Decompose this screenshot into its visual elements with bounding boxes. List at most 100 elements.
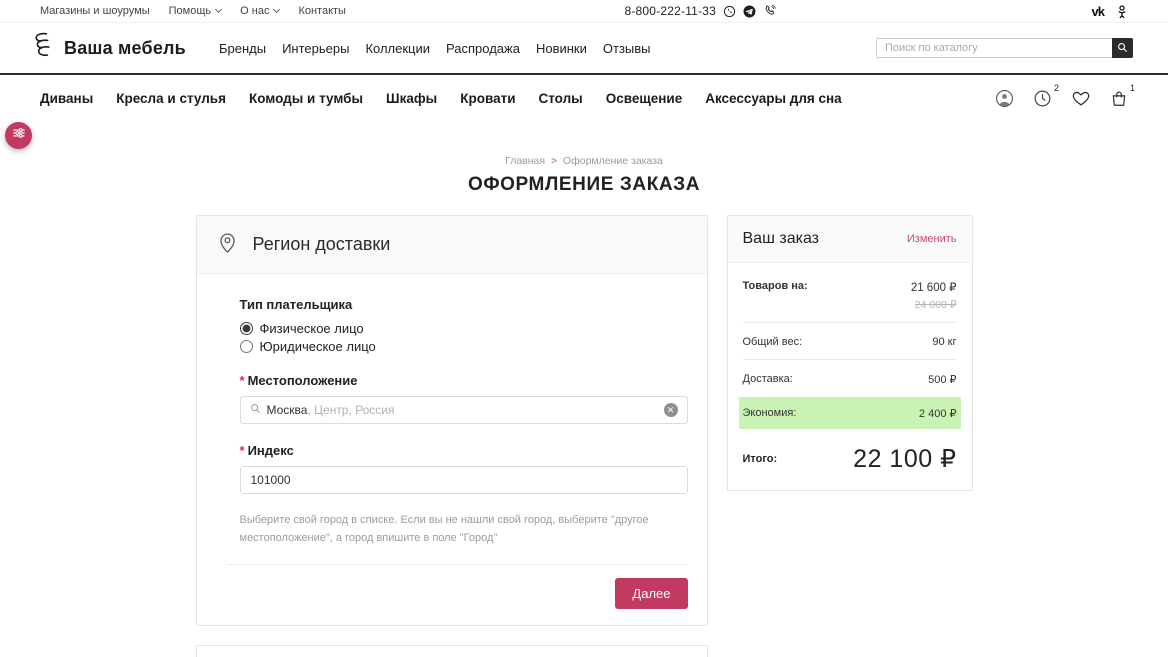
nav-link-sale[interactable]: Распродажа <box>446 41 520 56</box>
logo-text: Ваша мебель <box>64 38 186 59</box>
radio-individual[interactable]: Физическое лицо <box>240 321 688 336</box>
topbar-link-help[interactable]: Помощь <box>169 5 222 17</box>
cat-link-beds[interactable]: Кровати <box>460 91 515 106</box>
order-row-weight: Общий вес: 90 кг <box>743 323 957 360</box>
account-icon[interactable] <box>995 89 1014 108</box>
whatsapp-icon[interactable] <box>723 5 736 18</box>
cat-link-lighting[interactable]: Освещение <box>606 91 683 106</box>
cat-link-chairs[interactable]: Кресла и стулья <box>116 91 226 106</box>
postal-index-input[interactable] <box>240 466 688 494</box>
viewed-history-icon[interactable]: 2 <box>1033 89 1052 108</box>
order-summary-panel: Ваш заказ Изменить Товаров на: 21 600 ₽ … <box>727 215 973 491</box>
cart-icon[interactable]: 1 <box>1110 89 1128 108</box>
breadcrumb: Главная > Оформление заказа <box>0 155 1168 167</box>
checkout-steps-column: Регион доставки Тип плательщика Физическ… <box>196 215 708 657</box>
order-total-row: Итого: 22 100 ₽ <box>743 429 957 490</box>
location-region-hint: , Центр, Россия <box>307 403 394 417</box>
vk-icon[interactable]: vk <box>1092 4 1104 19</box>
cat-link-dressers[interactable]: Комоды и тумбы <box>249 91 363 106</box>
cat-link-sleep-accessories[interactable]: Аксессуары для сна <box>705 91 842 106</box>
cart-badge: 1 <box>1130 83 1135 93</box>
radio-legal[interactable]: Юридическое лицо <box>240 339 688 354</box>
nav-link-new[interactable]: Новинки <box>536 41 587 56</box>
region-form: Тип плательщика Физическое лицо Юридичес… <box>197 274 707 625</box>
page-title: ОФОРМЛЕНИЕ ЗАКАЗА <box>0 174 1168 196</box>
radio-individual-label: Физическое лицо <box>260 321 364 336</box>
search-input[interactable] <box>876 38 1112 58</box>
category-links: Диваны Кресла и стулья Комоды и тумбы Шк… <box>40 91 842 106</box>
order-row-label: Доставка: <box>743 373 793 386</box>
radio-individual-input[interactable] <box>240 322 253 335</box>
favorites-heart-icon[interactable] <box>1071 89 1091 108</box>
odnoklassniki-icon[interactable] <box>1116 4 1128 19</box>
edit-order-link[interactable]: Изменить <box>907 233 957 245</box>
checkout-main: Регион доставки Тип плательщика Физическ… <box>0 215 1168 657</box>
topbar-link-stores[interactable]: Магазины и шоурумы <box>40 5 150 17</box>
required-mark: * <box>240 373 245 388</box>
order-items-price: 21 600 ₽ <box>911 280 957 294</box>
floating-settings-button[interactable] <box>5 122 32 149</box>
nav-link-reviews[interactable]: Отзывы <box>603 41 651 56</box>
topbar-link-contacts[interactable]: Контакты <box>298 5 346 17</box>
nav-link-collections[interactable]: Коллекции <box>365 41 430 56</box>
order-row-label: Экономия: <box>743 407 797 420</box>
order-row-label: Общий вес: <box>743 336 803 348</box>
location-city-value: Москва <box>267 403 308 417</box>
order-row-delivery: Доставка: 500 ₽ <box>743 360 957 397</box>
order-weight-value: 90 кг <box>932 336 956 348</box>
radio-legal-input[interactable] <box>240 340 253 353</box>
chevron-down-icon <box>215 5 222 12</box>
radio-legal-label: Юридическое лицо <box>260 339 376 354</box>
payer-type-label: Тип плательщика <box>240 297 688 312</box>
order-summary-title: Ваш заказ <box>743 230 820 248</box>
order-total-label: Итого: <box>743 453 778 465</box>
cat-link-sofas[interactable]: Диваны <box>40 91 93 106</box>
topbar-links: Магазины и шоурумы Помощь О нас Контакты <box>40 5 346 17</box>
index-label: *Индекс <box>240 443 688 458</box>
order-delivery-value: 500 ₽ <box>928 373 956 386</box>
logo-icon <box>30 31 55 65</box>
order-row-values: 21 600 ₽ 24 000 ₽ <box>911 280 957 311</box>
city-selection-note: Выберите свой город в списке. Если вы не… <box>240 511 685 547</box>
region-panel-header: Регион доставки <box>197 216 707 274</box>
region-panel-title: Регион доставки <box>253 234 391 255</box>
topbar-link-about[interactable]: О нас <box>240 5 279 17</box>
location-input[interactable]: Москва , Центр, Россия ✕ <box>240 396 688 424</box>
required-mark: * <box>240 443 245 458</box>
cat-link-tables[interactable]: Столы <box>539 91 583 106</box>
delivery-panel[interactable]: Доставка <box>196 645 708 657</box>
nav-link-interiors[interactable]: Интерьеры <box>282 41 349 56</box>
header-nav: Бренды Интерьеры Коллекции Распродажа Но… <box>219 41 651 56</box>
breadcrumb-home[interactable]: Главная <box>505 155 545 167</box>
breadcrumb-separator: > <box>551 156 557 167</box>
search-button[interactable] <box>1112 38 1133 58</box>
cat-link-wardrobes[interactable]: Шкафы <box>386 91 437 106</box>
input-search-icon <box>250 403 261 417</box>
order-items-old-price: 24 000 ₽ <box>911 299 957 311</box>
telegram-icon[interactable] <box>743 5 756 18</box>
chevron-down-icon <box>273 5 280 12</box>
breadcrumb-current: Оформление заказа <box>563 155 663 167</box>
payer-type-radios: Физическое лицо Юридическое лицо <box>240 321 688 354</box>
order-savings-value: 2 400 ₽ <box>919 407 957 420</box>
search-bar <box>876 38 1133 58</box>
region-panel: Регион доставки Тип плательщика Физическ… <box>196 215 708 626</box>
clear-location-icon[interactable]: ✕ <box>664 403 678 417</box>
search-icon <box>1117 41 1128 56</box>
order-summary-header: Ваш заказ Изменить <box>728 216 972 263</box>
location-pin-icon <box>217 230 238 259</box>
callback-phone-icon[interactable] <box>763 4 777 18</box>
sliders-icon <box>12 126 26 145</box>
order-row-items-total: Товаров на: 21 600 ₽ 24 000 ₽ <box>743 267 957 323</box>
category-nav: Диваны Кресла и стулья Комоды и тумбы Шк… <box>0 75 1168 121</box>
order-summary-body: Товаров на: 21 600 ₽ 24 000 ₽ Общий вес:… <box>728 263 972 490</box>
next-button[interactable]: Далее <box>615 578 687 609</box>
phone-number[interactable]: 8-800-222-11-33 <box>624 4 716 18</box>
header-action-icons: 2 1 <box>995 89 1128 108</box>
nav-link-brands[interactable]: Бренды <box>219 41 266 56</box>
location-label: *Местоположение <box>240 373 688 388</box>
topbar: Магазины и шоурумы Помощь О нас Контакты… <box>0 0 1168 23</box>
history-badge: 2 <box>1054 83 1059 93</box>
logo[interactable]: Ваша мебель <box>30 31 186 65</box>
social-icons: vk <box>1092 4 1128 19</box>
